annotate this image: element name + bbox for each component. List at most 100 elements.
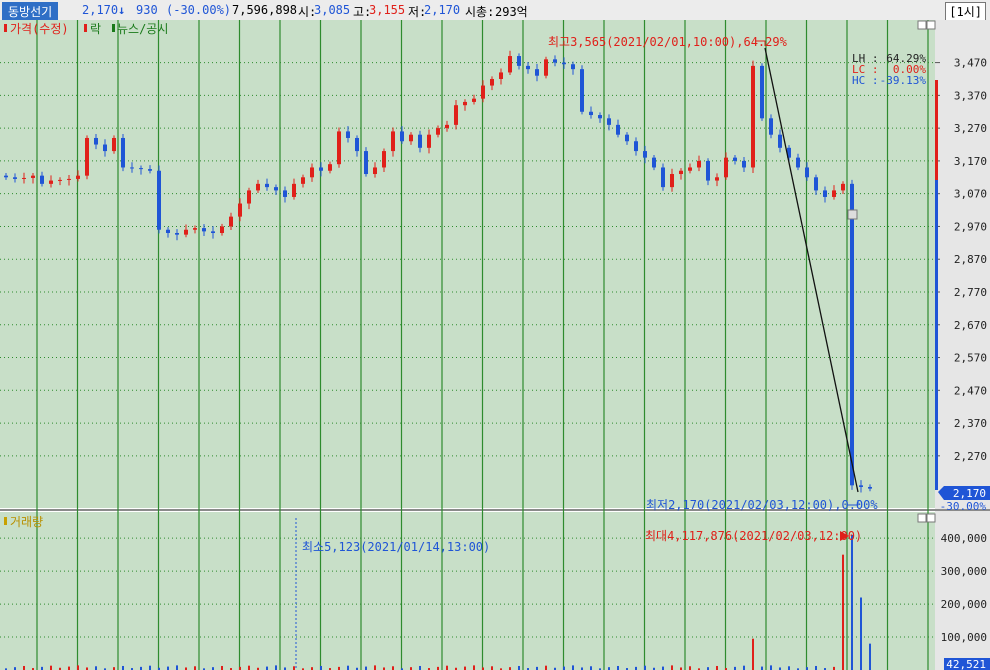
volume-bar (374, 665, 376, 670)
news-legend-label[interactable]: 뉴스/공시 (117, 22, 168, 36)
candle-body (823, 190, 827, 197)
down-range-bar (935, 180, 938, 490)
volume-current-label: 42,521 (946, 658, 986, 670)
volume-bar (617, 665, 619, 670)
volume-bar (347, 665, 349, 670)
candle-body (175, 233, 179, 235)
market-cap: 293억 (495, 5, 528, 19)
candle-body (724, 157, 728, 178)
price-tick-label: 3,270 (954, 122, 987, 135)
pane-maximize-icon[interactable] (917, 20, 927, 30)
low-annotation: 최저2,170(2021/02/03,12:00),0.00% (646, 498, 878, 512)
candle-body (301, 177, 305, 184)
candle-body (463, 101, 467, 106)
price-pane-background (0, 20, 935, 508)
candle-body (211, 231, 215, 234)
candlestick-chart[interactable]: 3,470 3,370 3,270 3,170 3,070 2,970 2,870 2,770… (0, 20, 990, 670)
volume-pane-close-icon[interactable] (926, 513, 936, 523)
candle-body (40, 175, 44, 184)
price-tick-label: 2,870 (954, 253, 987, 266)
high-annotation: 최고3,565(2021/02/01,10:00),64.29% (548, 35, 788, 49)
candle-body (535, 69, 539, 76)
volume-bar (752, 638, 754, 670)
candle-body (490, 78, 494, 86)
price-legend-marker (4, 24, 7, 32)
volume-bar (563, 666, 565, 670)
candle-body (319, 167, 323, 171)
volume-bar (662, 666, 664, 670)
candle-body (544, 59, 548, 76)
volume-bar (275, 665, 277, 670)
candle-body (76, 175, 80, 179)
candle-body (598, 115, 602, 119)
candle-body (688, 167, 692, 171)
candle-body (571, 64, 575, 70)
candle-body (31, 175, 35, 178)
candle-body (328, 164, 332, 171)
candle-body (661, 167, 665, 188)
candle-body (499, 72, 503, 79)
symbol-name-button[interactable]: 동방선기 (2, 2, 59, 21)
current-price-tag-label: 2,170 (953, 487, 986, 500)
candle-body (238, 203, 242, 217)
volume-bar (788, 666, 790, 670)
candle-body (22, 177, 26, 179)
candle-body (13, 177, 17, 179)
volume-bar (572, 665, 574, 670)
price-legend-label[interactable]: 가격(수정) (10, 22, 69, 36)
candle-body (283, 190, 287, 197)
interval-button[interactable]: [1시] (945, 2, 986, 21)
chart-settings-icon[interactable] (847, 209, 858, 220)
candle-body (112, 137, 116, 152)
volume-bar (50, 665, 52, 670)
up-range-bar (935, 80, 938, 180)
candle-body (418, 134, 422, 148)
rak-legend-marker (84, 24, 87, 32)
price-tick-label: 2,570 (954, 352, 987, 365)
volume-pane-maximize-icon[interactable] (917, 513, 927, 523)
candle-body (751, 65, 755, 168)
candle-body (481, 85, 485, 99)
candle-body (832, 190, 836, 197)
volume-bar (95, 666, 97, 670)
price-tick-label: 2,370 (954, 417, 987, 430)
volume-bar (194, 666, 196, 670)
volume-legend-label[interactable]: 거래량 (10, 515, 43, 529)
pane-close-icon[interactable] (926, 20, 936, 30)
candle-body (382, 151, 386, 168)
candle-body (4, 175, 8, 178)
rak-legend-label[interactable]: 락 (90, 22, 101, 36)
down-arrow-icon: ↓ (118, 3, 126, 17)
volume-bar (77, 665, 79, 670)
volume-bar (248, 665, 250, 670)
candle-body (562, 62, 566, 65)
volume-bar (293, 666, 295, 670)
low-price: 2,170 (424, 3, 461, 17)
candle-body (769, 118, 773, 135)
price-tick-label: 3,470 (954, 57, 987, 70)
volume-max-annotation: 최대4,117,876(2021/02/03,12:00) (645, 529, 862, 543)
candle-body (184, 229, 188, 235)
candle-body (148, 169, 152, 171)
price-tick-label: 3,370 (954, 89, 987, 102)
candle-body (805, 167, 809, 178)
volume-tick-label: 100,000 (941, 631, 987, 644)
candle-body (436, 128, 440, 135)
price-tick-label: 2,470 (954, 384, 987, 397)
candle-body (643, 151, 647, 158)
candle-body (706, 160, 710, 181)
high-price: 3,155 (369, 3, 406, 17)
candle-body (193, 228, 197, 230)
candle-body (85, 137, 89, 176)
candle-body (355, 137, 359, 152)
candle-body (265, 183, 269, 188)
volume-bar (860, 597, 862, 670)
candle-body (733, 157, 737, 161)
candle-body (58, 179, 62, 181)
candle-body (94, 137, 98, 145)
candle-body (508, 56, 512, 73)
volume-bar (266, 666, 268, 670)
price-tick-label: 3,070 (954, 188, 987, 201)
candle-body (409, 134, 413, 142)
candle-body (445, 124, 449, 129)
